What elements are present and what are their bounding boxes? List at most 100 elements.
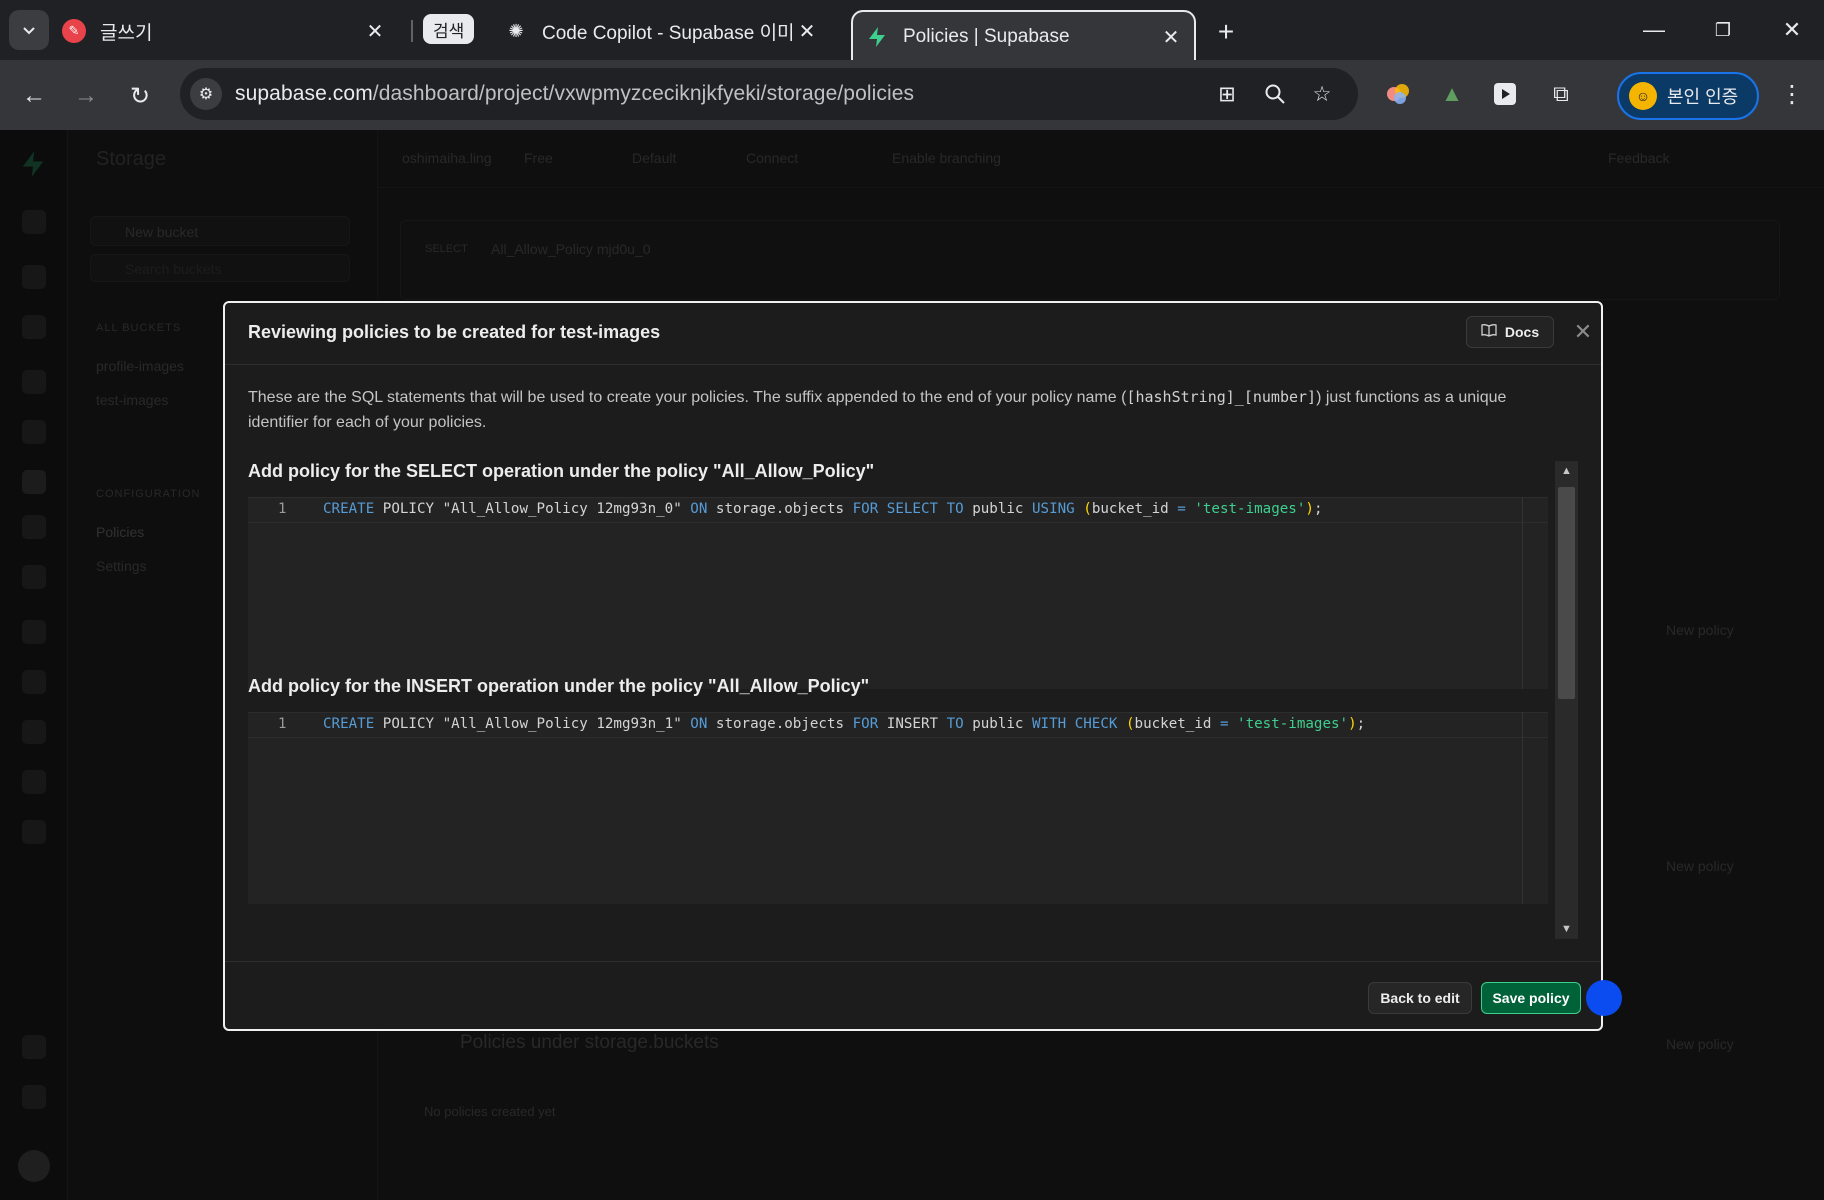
close-tab-icon[interactable]: ✕: [360, 16, 390, 46]
new-tab-button[interactable]: +: [1208, 14, 1244, 50]
url-text[interactable]: supabase.com/dashboard/project/vxwpmyzce…: [235, 82, 914, 106]
sql-token: storage.objects: [707, 501, 853, 517]
sql-token: =: [1177, 501, 1186, 517]
scrollbar-thumb[interactable]: [1558, 487, 1575, 699]
tree-extension-icon[interactable]: ▲: [1434, 76, 1470, 112]
sql-code-line[interactable]: CREATE POLICY "All_Allow_Policy 12mg93n_…: [323, 501, 1322, 517]
openai-favicon-icon: ✺: [508, 20, 524, 41]
sql-token: TO: [946, 716, 964, 732]
sql-token: ON: [690, 716, 708, 732]
suffix-format-code: [hashString]_[number]: [1126, 388, 1317, 406]
sql-token: 'test-images': [1194, 501, 1306, 517]
minimize-icon[interactable]: —: [1628, 8, 1680, 52]
sql-token: bucket_id: [1091, 501, 1178, 517]
docs-button[interactable]: Docs: [1466, 316, 1554, 348]
translate-icon[interactable]: ⊞: [1211, 78, 1243, 110]
modal-header: Reviewing policies to be created for tes…: [225, 303, 1601, 365]
sql-token: TO: [946, 501, 964, 517]
editor-ruler: [1522, 712, 1523, 904]
modal-footer: Back to edit Save policy: [225, 961, 1601, 1029]
sql-token: ): [1348, 716, 1357, 732]
sql-token: INSERT: [878, 716, 947, 732]
close-window-icon[interactable]: ✕: [1766, 8, 1818, 52]
back-icon[interactable]: ←: [14, 76, 54, 116]
tab-title: 글쓰기: [100, 22, 153, 44]
sql-token: 'test-images': [1237, 716, 1349, 732]
sql-token: public: [963, 716, 1033, 732]
restore-icon[interactable]: ❐: [1697, 8, 1749, 52]
profile-label: 본인 인증: [1667, 87, 1739, 107]
sql-token: bucket_id: [1134, 716, 1220, 732]
insert-sql-editor[interactable]: 1 CREATE POLICY "All_Allow_Policy 12mg93…: [248, 712, 1548, 904]
select-section-title: Add policy for the SELECT operation unde…: [248, 461, 875, 481]
editor-ruler: [1522, 497, 1523, 689]
docs-label: Docs: [1504, 324, 1540, 340]
search-chip[interactable]: 검색: [423, 14, 475, 44]
description-text: These are the SQL statements that will b…: [248, 389, 1127, 406]
modal-description: These are the SQL statements that will b…: [248, 385, 1568, 435]
sql-token: ON: [690, 501, 708, 517]
back-to-edit-button[interactable]: Back to edit: [1368, 982, 1472, 1014]
tab-search-button[interactable]: [9, 10, 49, 50]
zoom-icon[interactable]: [1259, 78, 1291, 110]
sql-token: SELECT: [886, 501, 939, 517]
sql-token: FOR: [852, 501, 879, 517]
bookmark-star-icon[interactable]: ☆: [1306, 78, 1338, 110]
insert-section-title: Add policy for the INSERT operation unde…: [248, 676, 870, 696]
line-number: 1: [278, 716, 287, 732]
sql-token: POLICY "All_Allow_Policy 12mg93n_1": [374, 716, 691, 732]
sql-token: CREATE: [323, 716, 375, 732]
scroll-up-icon[interactable]: ▲: [1555, 461, 1578, 481]
forward-icon[interactable]: →: [66, 76, 106, 116]
sql-token: CREATE: [323, 501, 375, 517]
scroll-down-icon[interactable]: ▼: [1555, 919, 1578, 939]
line-number: 1: [278, 501, 287, 517]
close-tab-icon[interactable]: ✕: [1156, 22, 1186, 52]
scrollbar[interactable]: ▲ ▼: [1555, 461, 1578, 939]
sql-token: ;: [1313, 501, 1323, 517]
sql-token: storage.objects: [707, 716, 853, 732]
sql-token: ): [1305, 501, 1314, 517]
sql-token: POLICY "All_Allow_Policy 12mg93n_0": [374, 501, 691, 517]
avatar: ☺: [1629, 82, 1657, 110]
save-policy-button[interactable]: Save policy: [1481, 982, 1581, 1014]
close-tab-icon[interactable]: ✕: [792, 16, 822, 46]
policy-statements-scroll-area[interactable]: Add policy for the SELECT operation unde…: [248, 461, 1584, 939]
select-sql-editor[interactable]: 1 CREATE POLICY "All_Allow_Policy 12mg93…: [248, 497, 1548, 689]
profile-verify-button[interactable]: ☺ 본인 인증: [1617, 72, 1759, 120]
tab-separator: [411, 20, 413, 42]
sql-token: =: [1219, 716, 1229, 732]
sql-token: USING: [1032, 501, 1075, 517]
play-extension-icon[interactable]: [1487, 76, 1523, 112]
color-extension-icon[interactable]: [1380, 76, 1416, 112]
sql-token: WITH CHECK: [1032, 716, 1118, 732]
tab-policies-supabase[interactable]: Policies | Supabase ✕: [851, 10, 1196, 62]
review-policies-modal: Reviewing policies to be created for tes…: [223, 301, 1603, 1031]
close-icon[interactable]: ✕: [1568, 317, 1598, 347]
site-info-icon[interactable]: ⚙: [190, 78, 222, 110]
modal-title: Reviewing policies to be created for tes…: [248, 322, 661, 342]
browser-menu-icon[interactable]: ⋮: [1774, 76, 1810, 112]
sql-token: ;: [1356, 716, 1366, 732]
sql-code-line[interactable]: CREATE POLICY "All_Allow_Policy 12mg93n_…: [323, 716, 1365, 732]
tab-title: Code Copilot - Supabase 이미: [542, 22, 792, 44]
sql-token: public: [963, 501, 1033, 517]
tab-code-copilot[interactable]: ✺ Code Copilot - Supabase 이미 ✕: [504, 10, 830, 52]
book-icon: [1481, 323, 1497, 341]
tab-write[interactable]: ✎ 글쓰기 ✕: [62, 10, 398, 52]
chevron-down-icon: [23, 27, 35, 35]
sql-token: (: [1083, 501, 1092, 517]
sql-token: (: [1125, 716, 1135, 732]
reload-icon[interactable]: ↻: [120, 76, 160, 116]
pointer-indicator: [1586, 980, 1622, 1016]
sql-token: FOR: [852, 716, 879, 732]
pen-favicon-icon: ✎: [62, 19, 86, 43]
extensions-puzzle-icon[interactable]: ⧉: [1543, 76, 1579, 112]
tab-title: Policies | Supabase: [903, 26, 1070, 47]
supabase-favicon-icon: [865, 25, 889, 49]
